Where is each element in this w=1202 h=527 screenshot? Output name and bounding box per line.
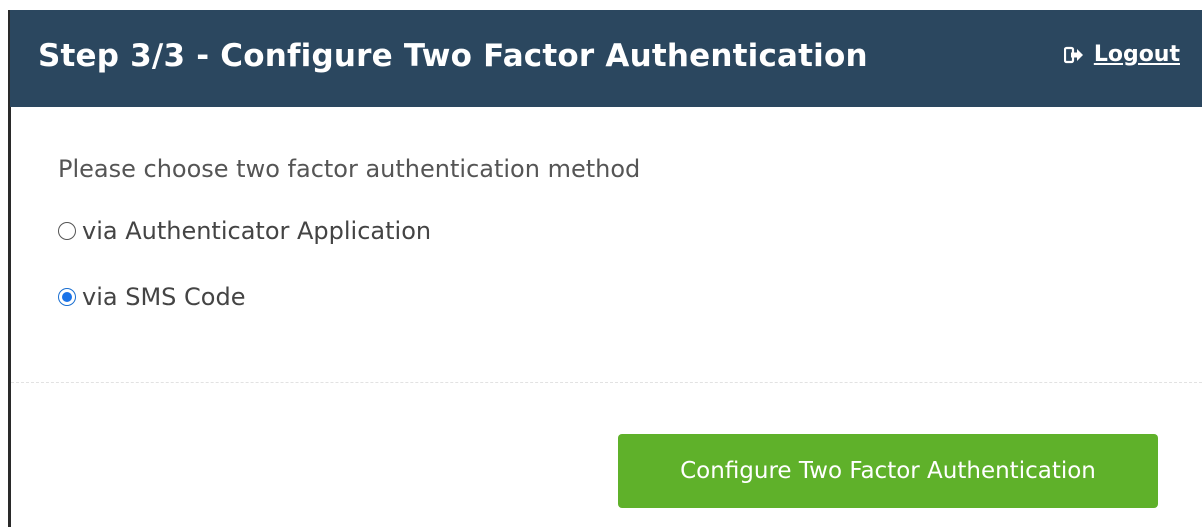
divider	[11, 382, 1202, 383]
option-sms-code[interactable]: via SMS Code	[58, 283, 245, 311]
option-authenticator-app[interactable]: via Authenticator Application	[58, 217, 431, 245]
logout-link[interactable]: Logout	[1063, 42, 1180, 67]
logout-icon	[1063, 46, 1084, 64]
method-prompt: Please choose two factor authentication …	[58, 155, 641, 183]
page-header: Step 3/3 - Configure Two Factor Authenti…	[10, 10, 1202, 107]
option-authenticator-app-label[interactable]: via Authenticator Application	[82, 217, 431, 245]
option-sms-code-label[interactable]: via SMS Code	[82, 283, 245, 311]
radio-authenticator-app[interactable]	[58, 222, 76, 240]
radio-sms-code[interactable]	[58, 288, 76, 306]
two-factor-setup-page: Step 3/3 - Configure Two Factor Authenti…	[0, 0, 1202, 527]
form-panel: Please choose two factor authentication …	[11, 107, 1202, 527]
page-title: Step 3/3 - Configure Two Factor Authenti…	[38, 38, 868, 74]
configure-2fa-button[interactable]: Configure Two Factor Authentication	[618, 434, 1158, 508]
logout-label[interactable]: Logout	[1094, 42, 1180, 67]
top-spacer	[0, 0, 1202, 10]
